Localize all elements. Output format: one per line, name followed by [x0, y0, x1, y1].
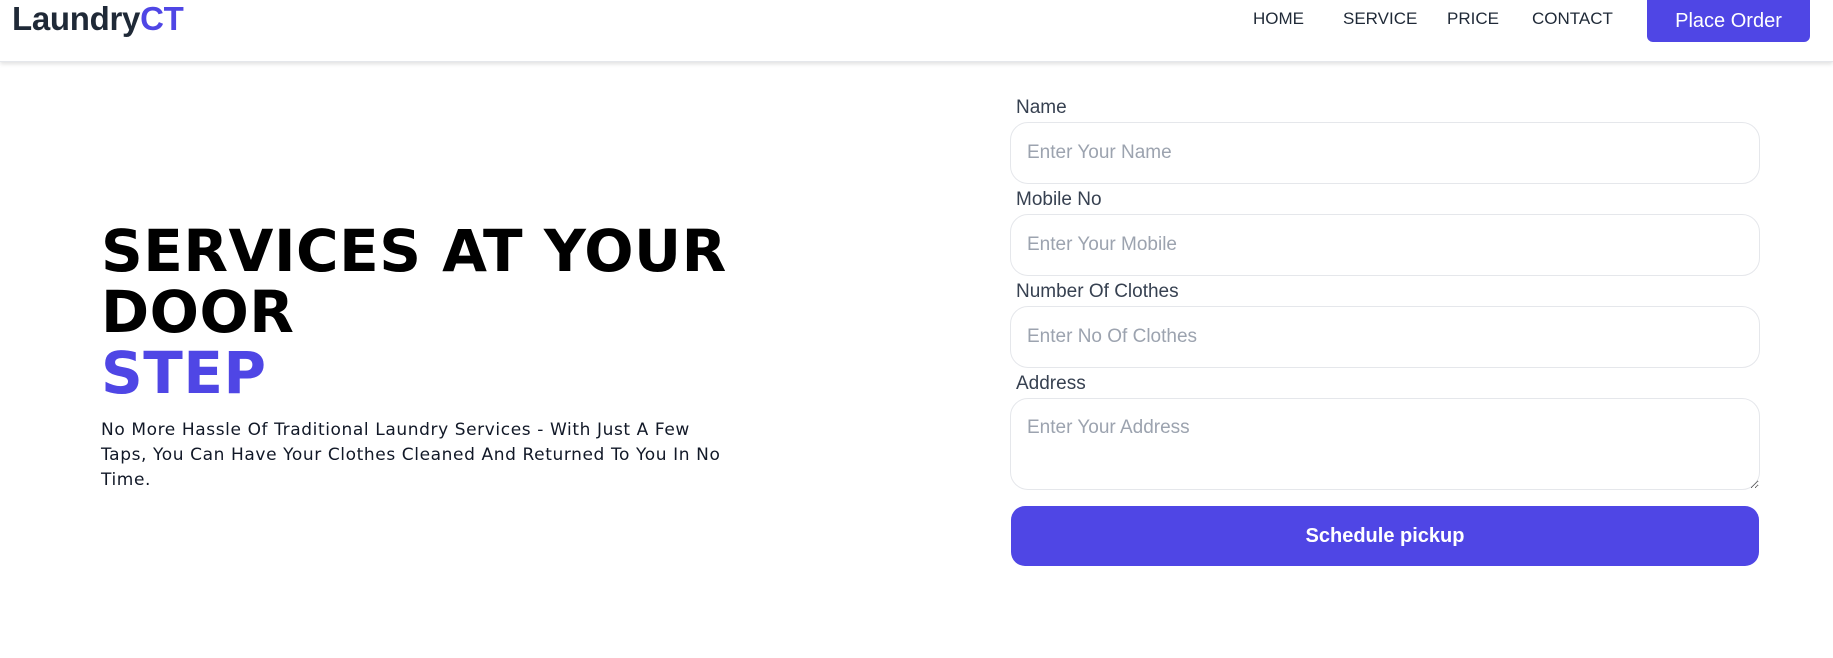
name-label: Name	[1016, 97, 1067, 118]
hero-title-main: SERVICES AT YOUR DOOR	[101, 217, 727, 346]
nav-link-price[interactable]: PRICE	[1447, 8, 1499, 30]
address-label: Address	[1016, 373, 1086, 394]
mobile-label: Mobile No	[1016, 189, 1102, 210]
clothes-count-input[interactable]	[1010, 306, 1760, 368]
clothes-count-label: Number Of Clothes	[1016, 281, 1179, 302]
navbar: LaundryCT HOME SERVICE PRICE CONTACT Pla…	[0, 0, 1833, 62]
schedule-pickup-button[interactable]: Schedule pickup	[1011, 506, 1759, 566]
mobile-input[interactable]	[1010, 214, 1760, 276]
brand-name-main: Laundry	[12, 0, 141, 37]
hero-description: No More Hassle Of Traditional Laundry Se…	[101, 420, 721, 490]
hero-section: SERVICES AT YOUR DOOR STEP No More Hassl…	[101, 221, 901, 493]
place-order-button[interactable]: Place Order	[1647, 0, 1810, 42]
name-input[interactable]	[1010, 122, 1760, 184]
nav-link-contact[interactable]: CONTACT	[1532, 8, 1613, 30]
hero-title: SERVICES AT YOUR DOOR STEP	[101, 221, 901, 404]
hero-title-accent: STEP	[101, 339, 267, 407]
address-textarea[interactable]	[1010, 398, 1760, 490]
brand-name-accent: CT	[140, 0, 184, 37]
nav-link-service[interactable]: SERVICE	[1343, 8, 1417, 30]
nav-link-home[interactable]: HOME	[1253, 8, 1304, 30]
brand-logo[interactable]: LaundryCT	[12, 0, 184, 38]
